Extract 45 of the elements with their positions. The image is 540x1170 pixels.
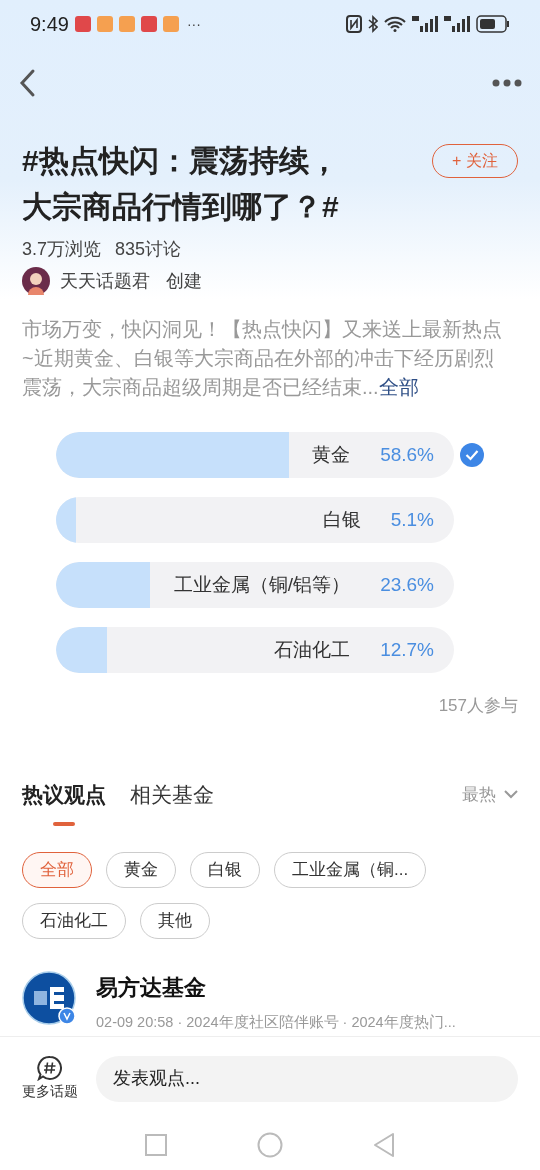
poll-option[interactable]: 黄金 58.6% — [56, 432, 454, 478]
notification-icon — [74, 16, 91, 32]
option-label: 黄金 — [312, 442, 351, 467]
notification-icon — [162, 16, 179, 32]
hashtag-icon — [37, 1055, 63, 1081]
option-percent: 12.7% — [380, 637, 434, 662]
back-icon[interactable] — [18, 68, 36, 98]
notification-icon — [140, 16, 157, 32]
topic-description: 市场万变，快闪洞见！【热点快闪】又来送上最新热点~近期黄金、白银等大宗商品在外部的冲击下经历剧烈震荡，大宗商品超级周期是否已经结束...全部 — [21, 317, 503, 400]
notification-icon — [118, 16, 135, 32]
discussion-count: 835讨论 — [115, 238, 182, 261]
more-topics-button[interactable]: 更多话题 — [22, 1055, 78, 1102]
poll-option[interactable]: 石油化工 12.7% — [56, 627, 454, 673]
status-more: ··· — [186, 14, 201, 34]
comment-field[interactable]: 发表观点... — [96, 1055, 518, 1102]
expand-link[interactable]: 全部 — [378, 376, 419, 398]
poll-option[interactable]: 白银 5.1% — [56, 497, 454, 543]
creator-name[interactable]: 天天话题君 — [60, 267, 150, 295]
bluetooth-icon — [368, 15, 378, 33]
view-count: 3.7万浏览 — [22, 238, 102, 261]
option-label: 工业金属（铜/铝等） — [173, 572, 351, 597]
option-percent: 23.6% — [380, 572, 434, 597]
nfc-icon — [346, 15, 362, 33]
topic-title: #热点快闪：震荡持续，大宗商品行情到哪了？# — [22, 143, 340, 225]
signal-icon — [444, 15, 470, 33]
more-icon[interactable] — [492, 79, 522, 87]
avatar-icon[interactable] — [22, 267, 50, 295]
option-label: 白银 — [322, 507, 361, 532]
option-percent: 58.6% — [380, 442, 434, 467]
tab[interactable]: 热议观点 — [22, 778, 106, 826]
fund-logo-icon[interactable] — [22, 971, 76, 1025]
notification-icon — [96, 16, 113, 32]
participant-count: 157人参与 — [438, 695, 518, 717]
status-time: 9:49 — [30, 12, 69, 37]
post-author[interactable]: 易方达基金 — [96, 971, 456, 1004]
post-meta: 02-09 20:58 · 2024年度社区陪伴账号 · 2024年度热门... — [96, 1013, 456, 1032]
created-label: 创建 — [166, 269, 202, 293]
wifi-icon — [384, 16, 406, 32]
tab[interactable]: 相关基金 — [130, 778, 214, 826]
battery-icon — [476, 15, 510, 33]
option-label: 石油化工 — [274, 637, 351, 662]
signal-icon — [412, 15, 438, 33]
chevron-down-icon — [504, 789, 518, 799]
option-percent: 5.1% — [390, 507, 434, 532]
poll-option[interactable]: 工业金属（铜/铝等） 23.6% — [56, 562, 454, 608]
